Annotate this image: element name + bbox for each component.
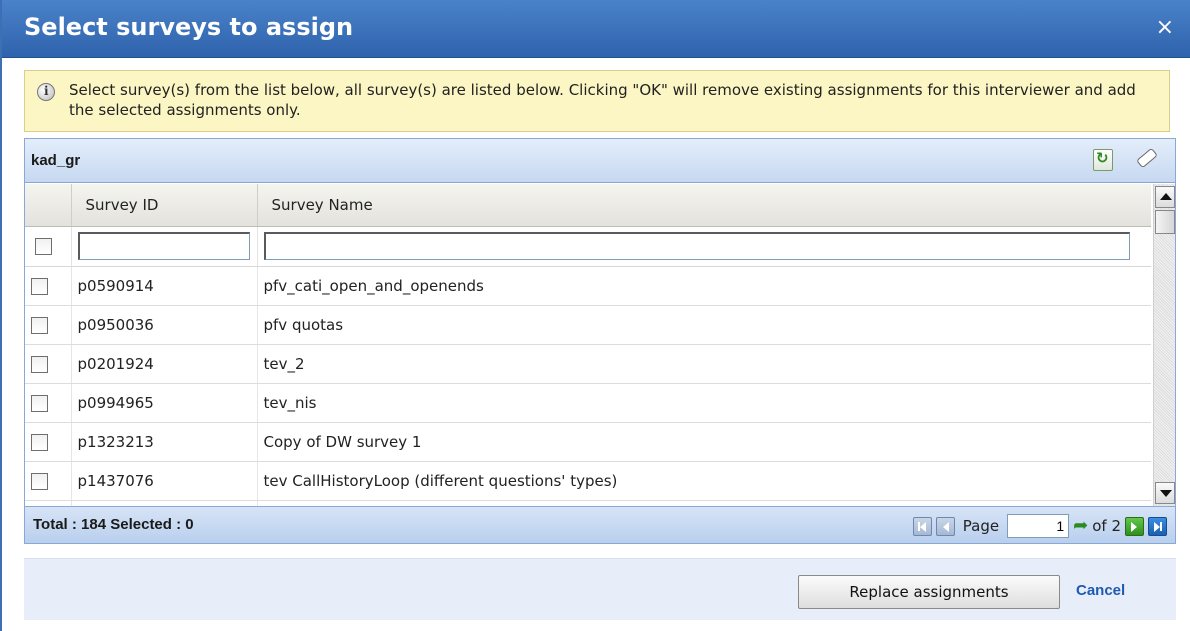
table-row[interactable]: p0201924 tev_2 — [25, 344, 1151, 384]
survey-name-filter-cell — [257, 226, 1151, 267]
row-select-cell — [25, 305, 72, 345]
cancel-link[interactable]: Cancel — [1076, 582, 1125, 599]
survey-id-filter-input[interactable] — [77, 232, 250, 260]
refresh-icon[interactable] — [1093, 149, 1113, 171]
row-checkbox[interactable] — [31, 316, 48, 334]
first-page-icon[interactable] — [912, 516, 932, 536]
info-message: Select survey(s) from the list below, al… — [24, 70, 1170, 132]
survey-id-cell: p0590914 — [71, 266, 258, 306]
survey-name-filter-input[interactable] — [263, 232, 1130, 260]
select-surveys-dialog: Select surveys to assign × Select survey… — [0, 0, 1190, 631]
row-select-cell — [25, 266, 72, 306]
table-row[interactable]: p0994965 tev_nis — [25, 383, 1151, 423]
survey-id-cell: p1437076 — [71, 461, 258, 501]
total-selected-label: Total : 184 Selected : 0 — [33, 516, 194, 533]
grid-footer: Total : 184 Selected : 0 Page ➦ of 2 — [25, 506, 1175, 543]
survey-id-cell: p0201924 — [71, 344, 258, 384]
scroll-down-button[interactable] — [1155, 482, 1175, 504]
row-select-cell — [25, 344, 72, 384]
info-icon — [37, 83, 55, 101]
header-row: Survey ID Survey Name — [25, 184, 1151, 227]
page-count-label: of 2 — [1092, 517, 1121, 535]
pager: Page ➦ of 2 — [912, 513, 1171, 539]
table-row[interactable]: p1323213 Copy of DW survey 1 — [25, 422, 1151, 462]
survey-id-cell: p0994965 — [71, 383, 258, 423]
grid-body: Survey ID Survey Name p0590914 pfv_cati_o… — [25, 184, 1151, 506]
survey-id-cell: p0950036 — [71, 305, 258, 345]
survey-id-cell: p1323213 — [71, 422, 258, 462]
go-arrow-icon[interactable]: ➦ — [1073, 517, 1088, 535]
page-label: Page — [962, 517, 1000, 535]
dialog-footer: Replace assignments Cancel — [24, 558, 1176, 620]
row-select-cell — [25, 422, 72, 462]
vertical-scrollbar[interactable] — [1153, 184, 1175, 506]
scroll-thumb[interactable] — [1155, 210, 1175, 234]
survey-name-cell: pfv quotas — [257, 305, 1151, 345]
prev-page-icon[interactable] — [935, 516, 955, 536]
row-select-cell — [25, 461, 72, 501]
last-page-icon[interactable] — [1148, 516, 1167, 536]
dialog-title: Select surveys to assign — [24, 13, 354, 41]
table-row[interactable]: p1437076 tev CallHistoryLoop (different q… — [25, 461, 1151, 501]
survey-name-cell: Copy of DW survey 1 — [257, 422, 1151, 462]
survey-name-cell: tev_2 — [257, 344, 1151, 384]
row-checkbox[interactable] — [31, 394, 48, 412]
survey-name-cell: tev_nis — [257, 383, 1151, 423]
next-page-icon[interactable] — [1125, 516, 1144, 536]
select-all-checkbox[interactable] — [35, 238, 52, 255]
column-header-survey-id[interactable]: Survey ID — [71, 184, 258, 227]
column-header-select — [25, 184, 72, 227]
table-row[interactable]: p0590914 pfv_cati_open_and_openends — [25, 266, 1151, 306]
row-select-cell — [25, 383, 72, 423]
survey-id-filter-cell — [71, 226, 258, 267]
info-text: Select survey(s) from the list below, al… — [69, 81, 1136, 119]
scroll-up-button[interactable] — [1155, 186, 1175, 208]
replace-assignments-button[interactable]: Replace assignments — [798, 575, 1060, 609]
close-icon[interactable]: × — [1156, 14, 1174, 42]
surveys-grid: kad_gr Survey ID Survey Name — [24, 138, 1176, 544]
survey-name-cell: tev CallHistoryLoop (different questions… — [257, 461, 1151, 501]
grid-name: kad_gr — [31, 152, 81, 169]
page-number-input[interactable] — [1007, 514, 1070, 538]
select-all-cell — [25, 226, 72, 267]
row-checkbox[interactable] — [31, 472, 48, 490]
survey-name-cell: pfv_cati_open_and_openends — [257, 266, 1151, 306]
table-row[interactable]: p0950036 pfv quotas — [25, 305, 1151, 345]
column-header-survey-name[interactable]: Survey Name — [257, 184, 1151, 227]
row-checkbox[interactable] — [31, 355, 48, 373]
row-checkbox[interactable] — [31, 277, 48, 295]
surveys-table: Survey ID Survey Name p0590914 pfv_cati_o… — [25, 184, 1151, 506]
grid-header: kad_gr — [25, 139, 1175, 183]
dialog-titlebar: Select surveys to assign × — [2, 0, 1190, 58]
row-checkbox[interactable] — [31, 433, 48, 451]
eraser-icon[interactable] — [1133, 149, 1157, 171]
filter-row — [25, 226, 1151, 267]
